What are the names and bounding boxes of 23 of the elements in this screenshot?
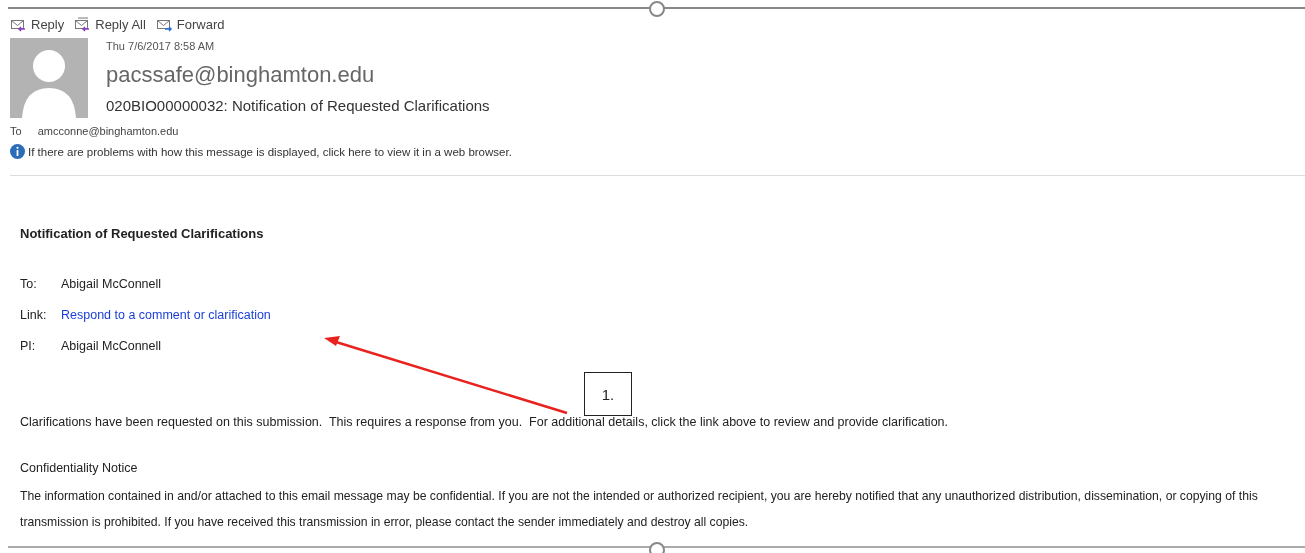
respond-link[interactable]: Respond to a comment or clarification (61, 308, 271, 322)
field-value: Abigail McConnell (61, 339, 162, 353)
field-value: Abigail McConnell (61, 277, 162, 291)
reply-button[interactable]: Reply (10, 15, 65, 33)
forward-button[interactable]: Forward (155, 15, 225, 33)
field-label: To: (20, 277, 38, 291)
message-paragraph: Clarifications have been requested on this submission. This requires a response from you. For additional details, click the link above to review and provide clarification. (20, 415, 950, 429)
callout-label: 1. (584, 372, 632, 416)
notice-title: Confidentiality Notice (20, 461, 139, 475)
notice-paragraph: The information contained in and/or attached to this email message may be confidential. If you are not the intended or authorized recipient, you are hereby notified that any unauthorized distribution, dissemination, or copying of this transmission is prohibited. If you have received this transmission in error, please contact the sender immediately and destroy all copies. (20, 488, 1259, 531)
field-label: Link: (20, 308, 48, 322)
recipient-address: amcconne@binghamton.edu (37, 125, 179, 137)
reply-all-button[interactable]: Reply All (74, 15, 146, 33)
resize-handle[interactable] (649, 1, 665, 17)
avatar-icon (10, 38, 88, 118)
sender-address: pacssafe@binghamton.edu (106, 62, 376, 88)
field-label: PI: (20, 339, 37, 353)
to-label: To (10, 125, 22, 137)
message-date: Thu 7/6/2017 8:58 AM (106, 40, 216, 52)
info-icon (10, 144, 25, 159)
message-subject: 020BIO00000032: Notification of Requested Clarifications (106, 97, 490, 114)
info-message[interactable]: If there are problems with how this message is displayed, click here to view it in a web browser. (28, 145, 512, 158)
notification-title: Notification of Requested Clarifications (20, 226, 265, 241)
